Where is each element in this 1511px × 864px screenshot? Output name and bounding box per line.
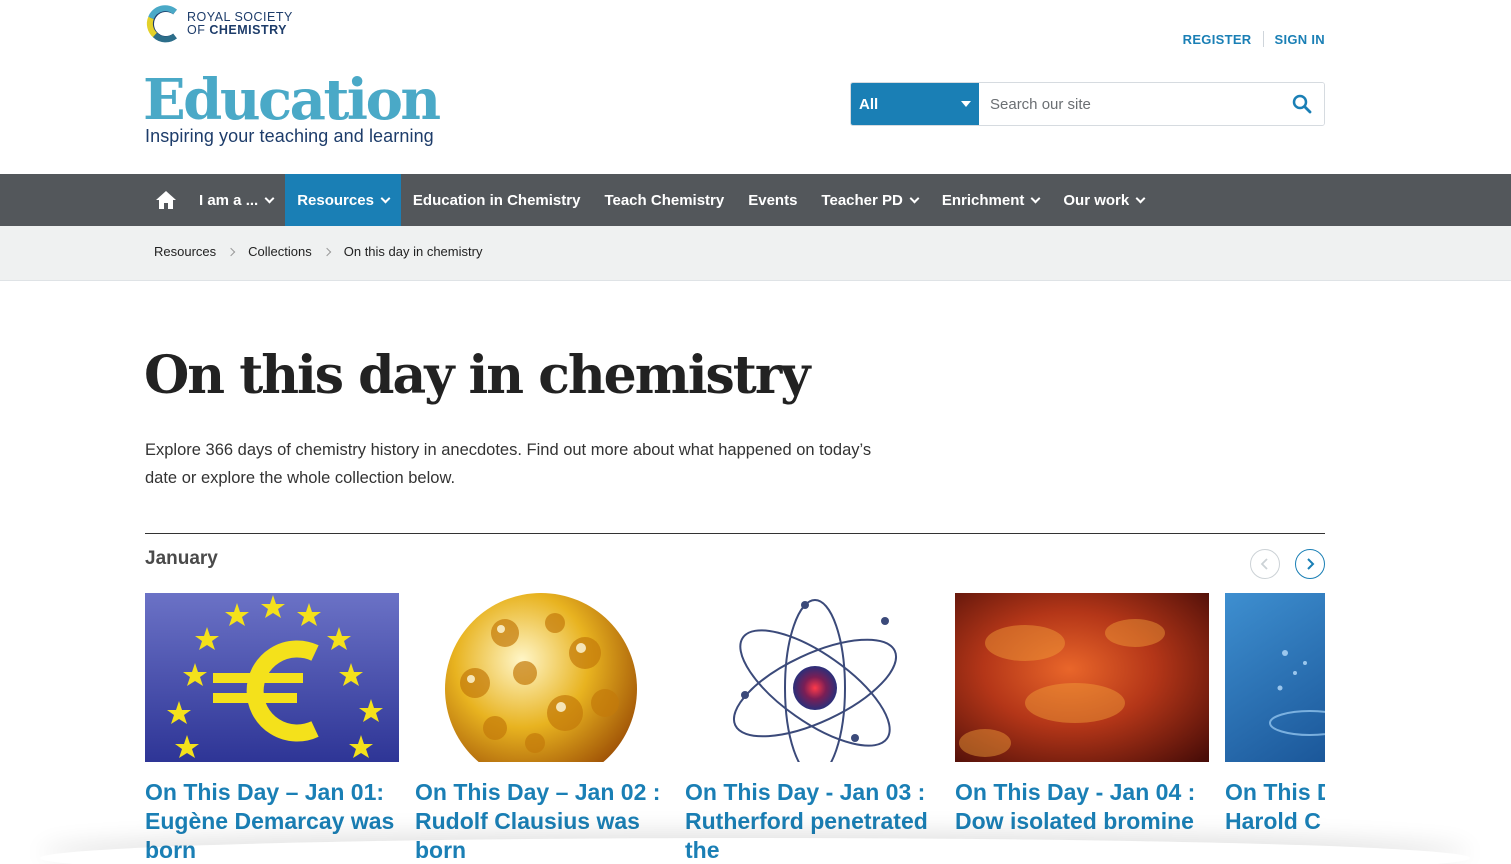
account-divider xyxy=(1262,31,1264,47)
search-icon xyxy=(1292,94,1312,114)
chevron-down-icon xyxy=(264,193,275,203)
site-search: All xyxy=(850,82,1325,126)
chevron-down-icon xyxy=(909,193,920,203)
main-nav: I am a ... Resources Education in Chemis… xyxy=(0,174,1511,226)
breadcrumb-resources[interactable]: Resources xyxy=(154,244,216,259)
day-card[interactable]: On This Day – Jan 01: Eugène Demarcay wa… xyxy=(145,593,399,864)
chevron-left-icon xyxy=(1260,558,1268,570)
red-fire-image xyxy=(955,593,1209,762)
nav-resources[interactable]: Resources xyxy=(285,174,401,226)
nav-home[interactable] xyxy=(145,174,187,226)
nav-label: I am a ... xyxy=(199,191,259,209)
register-link[interactable]: REGISTER xyxy=(1183,32,1252,47)
rsc-logo[interactable]: ROYAL SOCIETY OF CHEMISTRY xyxy=(145,4,293,44)
logo-line-2-prefix: OF xyxy=(187,23,206,37)
search-scope-select[interactable]: All xyxy=(851,83,979,125)
bubble-sphere-image xyxy=(415,593,669,762)
nav-label: Enrichment xyxy=(941,191,1025,209)
sign-in-link[interactable]: SIGN IN xyxy=(1275,32,1326,47)
nav-i-am-a[interactable]: I am a ... xyxy=(187,174,285,226)
day-card[interactable]: On This Day - Jan 03 : Rutherford penetr… xyxy=(685,593,939,864)
water-splash-image xyxy=(1225,593,1325,762)
nav-label: Resources xyxy=(297,191,374,209)
breadcrumb-current: On this day in chemistry xyxy=(343,244,483,259)
card-title[interactable]: On This Day - Jan 03 : Rutherford penetr… xyxy=(685,778,939,864)
card-title[interactable]: On This Day - Jan 04 : Dow isolated brom… xyxy=(955,778,1209,836)
nav-label: Teacher PD xyxy=(821,191,903,209)
account-links: REGISTER SIGN IN xyxy=(1183,31,1325,47)
education-brand-title[interactable]: Education xyxy=(143,66,441,134)
breadcrumb: Resources Collections On this day in che… xyxy=(0,226,1511,281)
card-title[interactable]: On This Day – Jan 01: Eugène Demarcay wa… xyxy=(145,778,399,864)
chevron-down-icon xyxy=(1135,193,1146,203)
rsc-logo-icon xyxy=(145,4,181,44)
nav-our-work[interactable]: Our work xyxy=(1051,174,1156,226)
nav-label: Events xyxy=(748,191,798,209)
nav-label: Our work xyxy=(1063,191,1130,209)
chevron-right-icon xyxy=(322,247,331,256)
nav-events[interactable]: Events xyxy=(736,174,809,226)
nav-label: Teach Chemistry xyxy=(604,191,725,209)
chevron-right-icon xyxy=(226,247,236,256)
nav-label: Education in Chemistry xyxy=(412,191,581,209)
search-input[interactable] xyxy=(979,83,1280,125)
chevron-down-icon xyxy=(1030,193,1041,203)
page-title: On this day in chemistry xyxy=(144,345,810,406)
nav-education-in-chemistry[interactable]: Education in Chemistry xyxy=(401,174,593,226)
carousel-prev-button[interactable] xyxy=(1250,549,1280,579)
euro-symbol-image xyxy=(145,593,399,762)
day-cards-carousel: On This Day – Jan 01: Eugène Demarcay wa… xyxy=(145,593,1325,864)
carousel-next-button[interactable] xyxy=(1295,549,1325,579)
atom-model-image xyxy=(685,593,939,762)
education-brand-subtitle: Inspiring your teaching and learning xyxy=(145,126,434,146)
nav-teacher-pd[interactable]: Teacher PD xyxy=(809,174,929,226)
caret-down-icon xyxy=(961,101,971,107)
home-icon xyxy=(156,191,176,209)
month-heading: January xyxy=(145,548,218,569)
search-button[interactable] xyxy=(1280,83,1324,125)
chevron-down-icon xyxy=(380,193,391,203)
chevron-right-icon xyxy=(1307,558,1315,570)
day-card[interactable]: On This Day - Jan 04 : Dow isolated brom… xyxy=(955,593,1209,836)
nav-enrichment[interactable]: Enrichment xyxy=(930,174,1052,226)
search-scope-value: All xyxy=(859,95,879,113)
nav-teach-chemistry[interactable]: Teach Chemistry xyxy=(592,174,736,226)
day-card[interactable]: On This Day - Jan 05 : Harold C died xyxy=(1225,593,1325,836)
card-title[interactable]: On This Day – Jan 02 : Rudolf Clausius w… xyxy=(415,778,669,864)
logo-line-2-bold: CHEMISTRY xyxy=(209,23,287,37)
page-intro: Explore 366 days of chemistry history in… xyxy=(145,441,872,487)
card-title[interactable]: On This Day - Jan 05 : Harold C died xyxy=(1225,778,1325,836)
breadcrumb-collections[interactable]: Collections xyxy=(248,244,312,259)
section-divider xyxy=(145,533,1325,534)
day-card[interactable]: On This Day – Jan 02 : Rudolf Clausius w… xyxy=(415,593,669,864)
